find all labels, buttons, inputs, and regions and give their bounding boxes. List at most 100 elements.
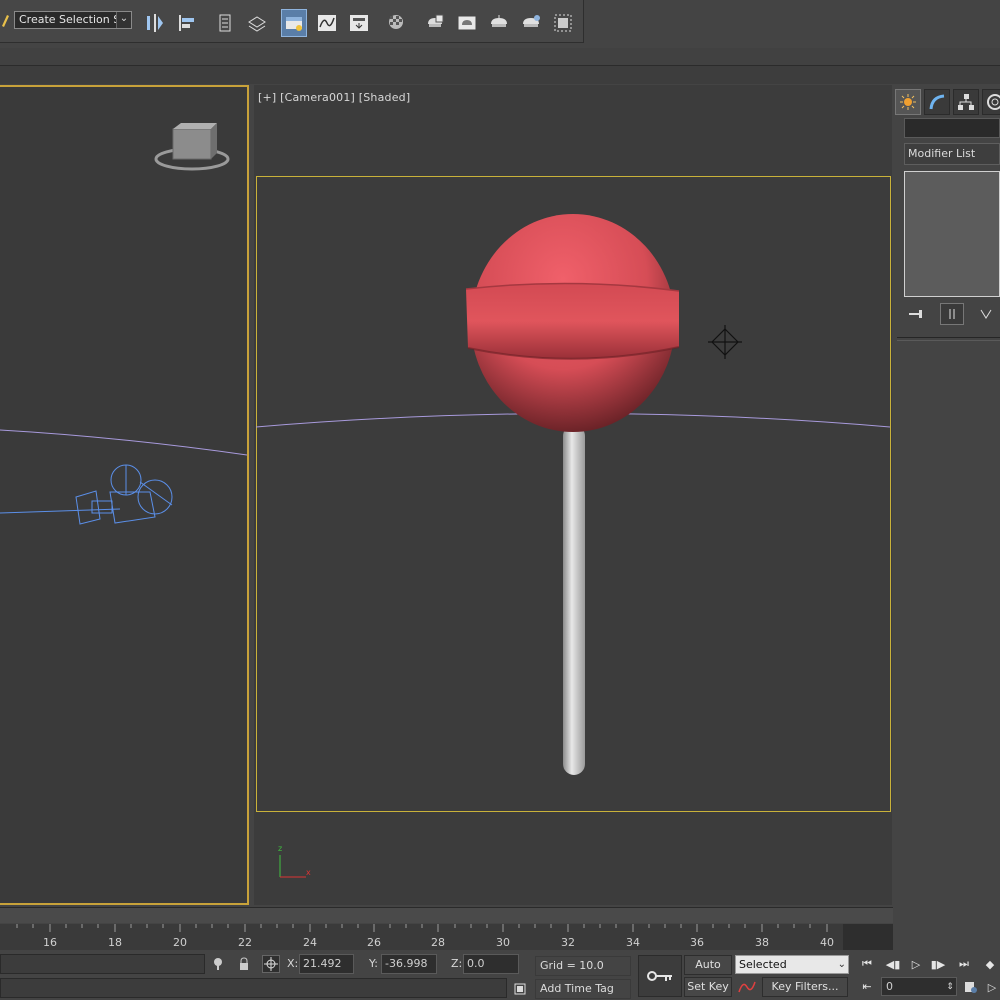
key-icon [647,971,672,981]
panel-divider [897,337,1000,341]
key-filters-button[interactable]: Key Filters... [762,977,848,997]
selection-set-dropdown[interactable]: Create Selection Se ⌄ [14,11,132,29]
status-bar: X: 21.492 Y: -36.998 Z: 0.0 Grid = 10.0 … [0,951,1000,1000]
isolate-selection-icon[interactable] [210,956,226,972]
material-editor-button[interactable] [384,9,410,37]
y-label: Y: [369,957,378,970]
motion-icon [987,94,1000,110]
object-name-field[interactable] [904,118,1000,138]
set-key-button[interactable]: Set Key [684,977,732,997]
modifier-stack[interactable] [904,171,1000,297]
key-mode-step-icon[interactable]: ⇤ [856,977,878,995]
tick-label: 18 [108,936,122,949]
schematic-view-button[interactable] [346,9,372,37]
point-helper-icon[interactable] [708,325,742,359]
tick-label: 38 [755,936,769,949]
rendered-frame-icon [457,15,477,31]
stack-buttons [904,303,1000,325]
make-unique-icon[interactable] [974,303,998,325]
rendered-frame-button[interactable] [454,9,480,37]
tick-label: 32 [561,936,575,949]
tick-label: 30 [496,936,510,949]
viewport-nav-icon[interactable]: ▷ [984,977,1000,997]
grid-size: Grid = 10.0 [535,956,631,976]
lollipop-stick[interactable] [563,425,585,775]
maxscript-listener[interactable] [0,954,205,974]
render-setup-button[interactable] [422,9,448,37]
viewcube-icon[interactable] [154,123,230,171]
layer-manager-button[interactable] [212,9,238,37]
render-production-icon [491,15,507,27]
toggle-ribbon-icon [286,17,302,31]
scene-explorer-button[interactable] [244,9,270,37]
tick-label: 36 [690,936,704,949]
auto-key-button[interactable]: Auto Key [684,955,732,989]
time-slider[interactable] [0,907,893,923]
chevron-down-icon: ⌄ [116,12,131,28]
y-coordinate-field[interactable]: -36.998 [381,954,437,974]
lollipop-candy[interactable] [465,214,680,432]
add-time-tag[interactable]: Add Time Tag [535,979,631,999]
track-ticks [16,924,828,932]
schematic-view-icon [350,15,368,31]
viewport-layout-strip [0,66,1000,84]
curve-editor-button[interactable] [314,9,340,37]
time-tag-icon[interactable] [512,981,528,997]
x-coordinate-field[interactable]: 21.492 [299,954,354,974]
toggle-ribbon-button[interactable] [281,9,307,37]
set-key-mode-button[interactable] [638,955,682,997]
viewport-camera[interactable]: [+] [Camera001] [Shaded] z x [254,85,892,905]
svg-text:x: x [306,868,311,877]
selection-set-value: Create Selection Se [19,13,127,26]
camera-wireframe[interactable] [0,464,173,525]
chevron-down-icon: ⌄ [837,959,846,970]
modifier-list-dropdown[interactable]: Modifier List [904,143,1000,165]
x-label: X: [287,957,299,970]
track-bar[interactable]: 16 18 20 22 24 26 28 30 32 34 36 38 40 [0,924,843,950]
pin-stack-icon[interactable] [904,303,928,325]
key-tangent-icon[interactable] [737,978,757,996]
z-coordinate-field[interactable]: 0.0 [463,954,519,974]
prompt-line [0,978,507,998]
tick-label: 22 [238,936,252,949]
render-production-button[interactable] [486,9,512,37]
play-icon[interactable]: ▷ [905,955,927,973]
tick-label: 24 [303,936,317,949]
previous-frame-icon[interactable]: ◀︎▮ [882,955,904,973]
render-iterative-button[interactable] [518,9,544,37]
svg-text:z: z [278,844,282,853]
mirror-button[interactable] [142,9,168,37]
tab-motion[interactable] [982,89,1000,115]
layer-manager-icon [219,14,231,32]
next-frame-icon[interactable]: ▮▶︎ [927,955,949,973]
key-mode-toggle-icon[interactable]: ◆ [980,955,1000,973]
frame-spinner-icon[interactable]: ⇕ [944,978,956,996]
pencil-icon[interactable] [0,12,10,28]
show-end-result-icon[interactable] [940,303,964,325]
key-mode-dropdown[interactable]: Selected ⌄ [735,955,849,974]
render-to-texture-button[interactable] [550,9,576,37]
go-to-end-icon[interactable]: ⏭ [953,955,975,973]
tick-label: 26 [367,936,381,949]
go-to-start-icon[interactable]: ⏮ [856,955,878,973]
tab-create[interactable] [895,89,921,115]
camera-viewport-canvas: z x [255,214,891,878]
mirror-icon [147,14,163,32]
tick-label: 16 [43,936,57,949]
lock-icon[interactable] [236,956,252,972]
track-bar-end [843,924,893,950]
viewport-left[interactable] [0,85,249,905]
axis-tripod-icon: z x [278,844,311,878]
z-label: Z: [451,957,463,970]
tick-label: 40 [820,936,834,949]
render-to-texture-icon [554,14,572,32]
align-button[interactable] [174,9,200,37]
tab-hierarchy[interactable] [953,89,979,115]
tab-modify[interactable] [924,89,950,115]
hierarchy-icon [958,94,974,110]
absolute-mode-icon[interactable] [262,955,280,973]
align-icon [179,15,194,31]
command-panel-tabs [895,87,1000,115]
time-configuration-icon[interactable] [962,977,980,997]
tick-label: 34 [626,936,640,949]
